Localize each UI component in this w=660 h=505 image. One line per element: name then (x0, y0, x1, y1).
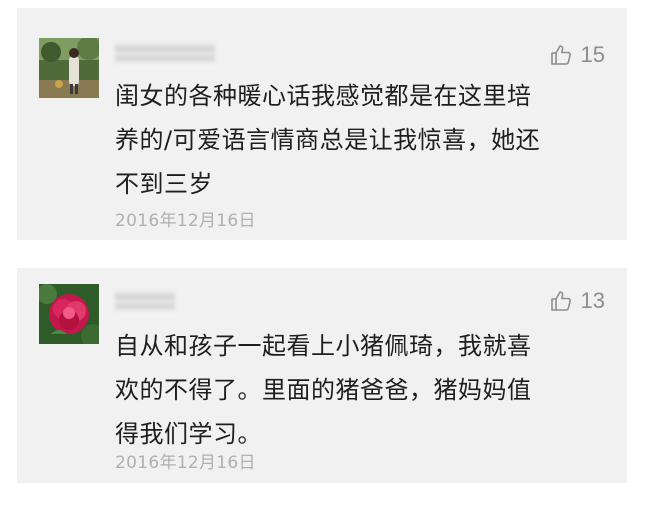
thumbs-up-icon (550, 291, 571, 311)
comment-text: 闺女的各种暖心话我感觉都是在这里培 养的/可爱语言情商总是让我惊喜，她还 不到三… (115, 82, 541, 198)
comment-text: 自从和孩子一起看上小猪佩琦，我就喜 欢的不得了。里面的猪爸爸，猪妈妈值 得我们学… (115, 332, 532, 448)
comment-card: 13 自从和孩子一起看上小猪佩琦，我就喜 欢的不得了。里面的猪爸爸，猪妈妈值 得… (17, 268, 627, 483)
thumbs-up-icon (550, 45, 571, 65)
comment-date: 2016年12月16日 (115, 211, 256, 231)
like-button[interactable]: 15 (549, 42, 605, 68)
avatar-image (39, 38, 99, 98)
comment-date: 2016年12月16日 (115, 453, 256, 473)
like-button[interactable]: 13 (549, 288, 605, 314)
username-redacted[interactable] (115, 42, 215, 64)
username-redacted[interactable] (115, 290, 175, 312)
avatar-image (39, 284, 99, 344)
user-avatar[interactable] (39, 284, 99, 344)
user-avatar[interactable] (39, 38, 99, 98)
like-count: 15 (580, 42, 605, 67)
comment-card: 15 闺女的各种暖心话我感觉都是在这里培 养的/可爱语言情商总是让我惊喜，她还 … (17, 8, 627, 240)
like-count: 13 (580, 288, 605, 313)
